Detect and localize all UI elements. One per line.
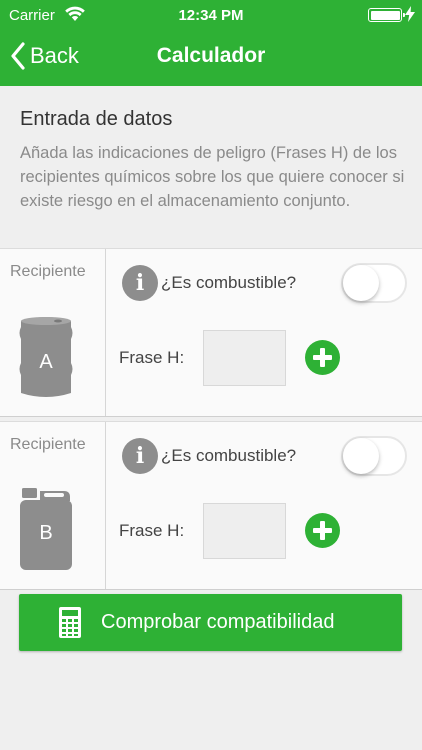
add-icon[interactable] bbox=[305, 513, 340, 548]
container-label: Recipiente bbox=[10, 263, 86, 280]
frase-h-label: Frase H: bbox=[119, 521, 185, 540]
toggle-knob bbox=[343, 438, 379, 474]
toggle-knob bbox=[343, 265, 379, 301]
container-panel-b: Recipiente B bbox=[0, 422, 106, 589]
frase-h-input-a[interactable] bbox=[203, 330, 286, 386]
frase-h-input-b[interactable] bbox=[203, 503, 286, 559]
section-description: Añada las indicaciones de peligro (Frase… bbox=[20, 144, 405, 210]
nav-header: Carrier 12:34 PM Back Calculador bbox=[0, 0, 422, 86]
container-label: Recipiente bbox=[10, 436, 86, 453]
container-card-b: Recipiente B i ¿Es combustible? Frase H: bbox=[0, 421, 422, 590]
container-panel-a: Recipiente A bbox=[0, 249, 106, 416]
combustible-question: ¿Es combustible? bbox=[161, 446, 297, 465]
add-icon[interactable] bbox=[305, 340, 340, 375]
clock: 12:34 PM bbox=[178, 7, 244, 24]
combustible-question: ¿Es combustible? bbox=[161, 273, 297, 292]
container-letter: B bbox=[39, 522, 53, 544]
combustible-toggle-b[interactable] bbox=[341, 436, 407, 476]
calculator-icon bbox=[59, 607, 81, 638]
bolt-icon bbox=[405, 6, 415, 22]
container-letter: A bbox=[39, 351, 53, 373]
container-card-a: Recipiente A i ¿Es combustible? Frase H: bbox=[0, 248, 422, 417]
page-title: Calculador bbox=[156, 44, 266, 67]
battery-icon bbox=[368, 8, 405, 22]
check-compatibility-label: Comprobar compatibilidad bbox=[101, 611, 335, 633]
section-title: Entrada de datos bbox=[20, 108, 173, 130]
combustible-toggle-a[interactable] bbox=[341, 263, 407, 303]
status-bar: Carrier 12:34 PM bbox=[0, 0, 422, 30]
info-icon[interactable]: i bbox=[122, 438, 158, 474]
frase-h-label: Frase H: bbox=[119, 348, 185, 367]
check-compatibility-button[interactable]: Comprobar compatibilidad bbox=[19, 594, 402, 651]
info-icon[interactable]: i bbox=[122, 265, 158, 301]
